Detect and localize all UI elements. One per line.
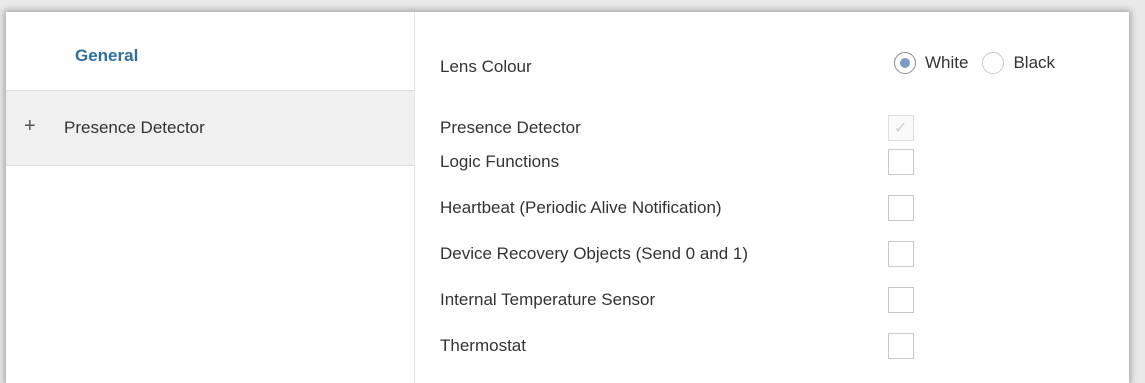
sidebar-item-label: Presence Detector — [64, 118, 205, 137]
presence-detector-row: Presence Detector ✓ — [415, 110, 1129, 146]
logic-functions-label: Logic Functions — [440, 152, 560, 171]
internal-temperature-checkbox[interactable] — [888, 287, 914, 313]
thermostat-label: Thermostat — [440, 336, 526, 355]
presence-detector-label: Presence Detector — [440, 118, 581, 137]
thermostat-row: Thermostat — [415, 328, 1129, 364]
presence-detector-checkbox[interactable]: ✓ — [888, 115, 914, 141]
device-recovery-row: Device Recovery Objects (Send 0 and 1) — [415, 236, 1129, 272]
sidebar-item-general[interactable]: General — [6, 12, 414, 87]
internal-temperature-row: Internal Temperature Sensor — [415, 282, 1129, 318]
heartbeat-label: Heartbeat (Periodic Alive Notification) — [440, 198, 722, 217]
device-recovery-checkbox[interactable] — [888, 241, 914, 267]
logic-functions-checkbox[interactable] — [888, 149, 914, 175]
device-recovery-label: Device Recovery Objects (Send 0 and 1) — [440, 244, 749, 263]
parameter-window: General + Presence Detector Lens Colour … — [6, 12, 1129, 383]
thermostat-checkbox[interactable] — [888, 333, 914, 359]
settings-panel: Lens Colour White Black Presence Detecto… — [415, 12, 1129, 383]
sidebar-item-label: General — [75, 46, 139, 65]
logic-functions-row: Logic Functions — [415, 144, 1129, 180]
lens-colour-radio-group: White Black — [894, 52, 1069, 74]
white-radio-label[interactable]: White — [925, 53, 968, 73]
expand-plus-icon[interactable]: + — [24, 115, 36, 138]
lens-colour-row: Lens Colour White Black — [415, 49, 1129, 85]
sidebar-item-presence-detector[interactable]: + Presence Detector — [6, 90, 414, 166]
heartbeat-row: Heartbeat (Periodic Alive Notification) — [415, 190, 1129, 226]
black-radio-label[interactable]: Black — [1013, 53, 1055, 73]
sidebar: General + Presence Detector — [6, 12, 415, 383]
lens-colour-label: Lens Colour — [440, 57, 532, 76]
white-radio[interactable] — [894, 52, 916, 74]
heartbeat-checkbox[interactable] — [888, 195, 914, 221]
black-radio[interactable] — [982, 52, 1005, 74]
internal-temperature-label: Internal Temperature Sensor — [440, 290, 656, 309]
checkmark-icon: ✓ — [894, 120, 908, 137]
